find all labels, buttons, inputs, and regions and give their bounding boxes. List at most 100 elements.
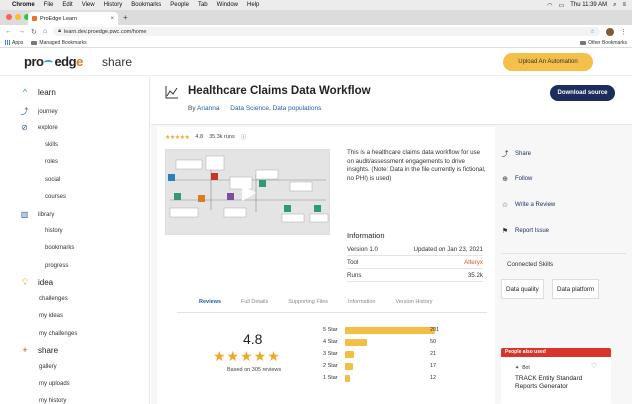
proedge-logo[interactable]: pro edge [24, 54, 83, 69]
lightbulb-icon: 💡︎ [21, 277, 29, 287]
battery-icon[interactable]: ▭ [559, 2, 565, 9]
sidebar-item-my-uploads[interactable]: my uploads [39, 381, 70, 387]
menu-help[interactable]: Help [247, 2, 259, 8]
flag-icon: ⚑ [501, 228, 509, 235]
write-review-action[interactable]: ☆ Write a Review [501, 201, 555, 209]
reload-icon[interactable]: ↻ [31, 28, 37, 36]
rating-row-count: 21 [430, 351, 437, 357]
download-source-button[interactable]: Download source [550, 85, 615, 101]
skill-chip-data-platform[interactable]: Data platform [552, 279, 600, 299]
site-header: pro edge share Upload An Automation [0, 48, 632, 76]
skill-chip-data-quality[interactable]: Data quality [501, 279, 544, 299]
info-icon[interactable]: ⓘ [241, 133, 247, 141]
folder-icon [31, 40, 38, 45]
menu-people[interactable]: People [170, 2, 189, 8]
search-icon[interactable]: ⌕ [613, 2, 616, 9]
browser-tab[interactable]: ProEdge Learn × [28, 12, 118, 25]
tab-version-history[interactable]: Version History [395, 299, 432, 305]
logo-pro: pro [24, 54, 44, 69]
runs-label: Runs [347, 272, 362, 279]
sidebar-item-roles[interactable]: roles [45, 159, 58, 165]
tab-supporting-files[interactable]: Supporting Files [288, 299, 328, 305]
profile-avatar[interactable] [606, 27, 614, 36]
close-tab-icon[interactable]: × [110, 16, 114, 22]
clock[interactable]: Thu 11:39 AM [570, 2, 607, 8]
menu-view[interactable]: View [82, 2, 95, 8]
star-outline-icon: ☆ [501, 202, 509, 209]
logo-wave [44, 60, 54, 65]
sidebar-item-history[interactable]: history [45, 228, 63, 234]
sidebar-item-skills[interactable]: skills [45, 142, 58, 148]
tool-label: Tool [347, 259, 359, 266]
bookmark-other[interactable]: Other Bookmarks [580, 40, 627, 46]
tab-information[interactable]: Information [348, 299, 376, 305]
sidebar-item-courses[interactable]: courses [45, 194, 66, 200]
reviews-count: Based on 305 reviews [227, 367, 282, 373]
url-text: learn.dev.proedge.pwc.com/home [64, 28, 147, 35]
menu-bookmarks[interactable]: Bookmarks [131, 2, 161, 8]
back-icon[interactable]: ← [5, 28, 12, 35]
rating-row-bar [345, 338, 367, 346]
share-action[interactable]: ⤴ Share [501, 149, 532, 159]
people-also-used-card[interactable]: People also used ✦ Bot ♡ TRACK Entity St… [501, 348, 611, 404]
heart-icon[interactable]: ♡ [591, 362, 597, 370]
workflow-body: ★★★★★ 4.8 35.3k runs ⓘ This is a healthc… [157, 127, 495, 404]
sidebar-item-challenges[interactable]: challenges [39, 296, 68, 302]
minimize-window-button[interactable] [15, 14, 21, 20]
sidebar-item-journey[interactable]: ⤴ journey [20, 106, 58, 117]
tab-title: ProEdge Learn [40, 15, 77, 22]
author-link[interactable]: Arianna [197, 105, 219, 112]
sidebar-idea[interactable]: 💡︎ idea [20, 277, 53, 288]
bot-type-label: Bot [522, 365, 530, 371]
rating-summary: ★★★★★ 4.8 35.3k runs ⓘ [165, 133, 246, 141]
sidebar-share[interactable]: + share [20, 345, 58, 355]
sidebar-item-my-ideas[interactable]: my ideas [39, 313, 63, 319]
forward-icon[interactable]: → [18, 28, 25, 35]
menu-history[interactable]: History [104, 2, 123, 8]
follow-label: Follow [515, 176, 533, 182]
menu-chrome[interactable]: Chrome [12, 2, 35, 8]
sidebar-item-my-history[interactable]: my history [39, 398, 66, 404]
rating-row-count: 12 [430, 375, 437, 381]
sidebar-item-progress[interactable]: progress [45, 263, 68, 269]
bookmark-apps[interactable]: Apps [5, 40, 23, 46]
tab-reviews[interactable]: Reviews [199, 299, 221, 305]
tab-full-details[interactable]: Full Details [241, 299, 268, 305]
updated-text: Updated on Jan 23, 2021 [413, 246, 484, 253]
rating-distribution: 5 Star 201 4 Star 50 3 Star 21 2 Star 17 1 Star 1… [323, 324, 493, 384]
sidebar-item-library[interactable]: ▥ library [20, 210, 55, 219]
url-bar[interactable]: 🔒︎ learn.dev.proedge.pwc.com/home ☆ [53, 27, 600, 36]
chevron-up-icon: ^ [22, 87, 28, 97]
rating-row-bar [345, 362, 353, 370]
sidebar-learn-label: learn [38, 87, 56, 97]
rating-row-label: 4 Star [323, 339, 338, 345]
bookmark-star-icon[interactable]: ☆ [590, 29, 595, 35]
sidebar-item-my-challenges[interactable]: my challenges [39, 331, 77, 337]
report-issue-action[interactable]: ⚑ Report Issue [501, 227, 549, 235]
tool-value[interactable]: Alteryx [464, 259, 483, 266]
logo-edg: edg [54, 54, 77, 69]
more-menu-icon[interactable]: ⋮ [620, 28, 627, 36]
divider [501, 253, 626, 254]
sidebar-item-social[interactable]: social [45, 177, 60, 183]
menu-tab[interactable]: Tab [198, 2, 208, 8]
workflow-preview-video[interactable] [165, 149, 330, 235]
follow-action[interactable]: ⊕ Follow [501, 175, 532, 183]
home-icon[interactable]: ⌂ [43, 28, 47, 35]
tags-link[interactable]: Data Science, Data populations [230, 105, 321, 112]
new-tab-icon[interactable]: + [123, 13, 128, 22]
sidebar-item-bookmarks[interactable]: bookmarks [45, 245, 74, 251]
menu-list-icon[interactable]: ≡ [622, 2, 626, 8]
bookmark-apps-label: Apps [12, 39, 24, 46]
menu-window[interactable]: Window [217, 2, 238, 8]
sidebar-learn[interactable]: ^ learn [20, 87, 56, 97]
menu-edit[interactable]: Edit [62, 2, 72, 8]
rating-value: 4.8 [195, 134, 204, 140]
sidebar-item-gallery[interactable]: gallery [39, 364, 57, 370]
wifi-icon[interactable]: ◠ [547, 2, 552, 9]
close-window-button[interactable] [6, 14, 12, 20]
bookmark-managed[interactable]: Managed Bookmarks [31, 40, 87, 46]
sidebar-item-explore[interactable]: ⊘ explore [20, 123, 58, 132]
menu-file[interactable]: File [44, 2, 54, 8]
upload-automation-button[interactable]: Upload An Automation [503, 53, 593, 71]
